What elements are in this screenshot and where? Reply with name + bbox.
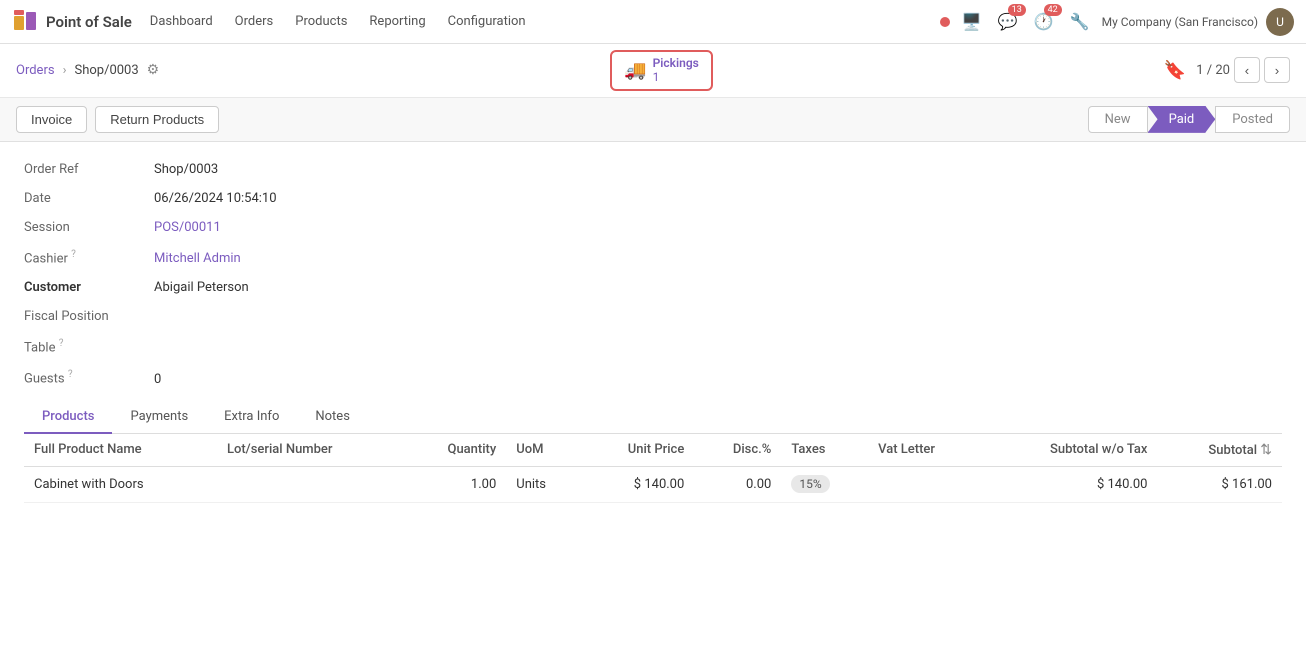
col-subtotal: Subtotal ⇅ [1157, 434, 1282, 467]
user-avatar[interactable]: U [1266, 8, 1294, 36]
guests-row: Guests ? 0 [24, 369, 1282, 386]
order-ref-row: Order Ref Shop/0003 [24, 162, 1282, 177]
prev-page-button[interactable]: ‹ [1234, 57, 1260, 83]
nav-products[interactable]: Products [285, 10, 357, 33]
customer-row: Customer Abigail Peterson [24, 280, 1282, 295]
tab-bar: Products Payments Extra Info Notes [24, 401, 1282, 434]
col-subtotal-wo-tax: Subtotal w/o Tax [983, 434, 1158, 467]
cashier-value[interactable]: Mitchell Admin [154, 251, 241, 266]
guests-label: Guests ? [24, 369, 154, 386]
order-ref-value: Shop/0003 [154, 162, 218, 177]
session-row: Session POS/00011 [24, 220, 1282, 235]
action-toolbar: Invoice Return Products New Paid Posted [0, 98, 1306, 142]
chat-icon[interactable]: 💬 13 [994, 8, 1022, 35]
column-settings-icon[interactable]: ⇅ [1260, 442, 1272, 458]
guests-value: 0 [154, 372, 161, 387]
col-uom: UoM [506, 434, 580, 467]
app-logo[interactable]: Point of Sale [12, 8, 132, 36]
date-row: Date 06/26/2024 10:54:10 [24, 191, 1282, 206]
products-table: Full Product Name Lot/serial Number Quan… [24, 434, 1282, 503]
session-value[interactable]: POS/00011 [154, 220, 221, 235]
pos-terminal-icon[interactable]: 🖥️ [958, 8, 986, 35]
cell-uom: Units [506, 466, 580, 502]
next-page-button[interactable]: › [1264, 57, 1290, 83]
breadcrumb-separator: › [63, 63, 67, 78]
cell-lot-serial [217, 466, 404, 502]
cell-subtotal: $ 161.00 [1157, 466, 1282, 502]
pickings-label: Pickings [653, 56, 699, 70]
cell-taxes: 15% [781, 466, 868, 502]
breadcrumb-bar: Orders › Shop/0003 ⚙ 🚚 Pickings 1 🔖 1 / … [0, 44, 1306, 98]
invoice-button[interactable]: Invoice [16, 106, 87, 133]
fiscal-row: Fiscal Position [24, 309, 1282, 324]
breadcrumb-parent[interactable]: Orders [16, 63, 55, 78]
main-content: Order Ref Shop/0003 Date 06/26/2024 10:5… [0, 142, 1306, 660]
nav-dashboard[interactable]: Dashboard [140, 10, 223, 33]
nav-configuration[interactable]: Configuration [438, 10, 536, 33]
customer-value: Abigail Peterson [154, 280, 249, 295]
status-new[interactable]: New [1088, 106, 1148, 133]
tab-notes[interactable]: Notes [297, 401, 368, 434]
settings-icon[interactable]: 🔧 [1066, 8, 1094, 35]
activity-icon[interactable]: 🕐 42 [1030, 8, 1058, 35]
table-header-row: Full Product Name Lot/serial Number Quan… [24, 434, 1282, 467]
status-pipeline: New Paid Posted [1088, 106, 1290, 133]
date-value: 06/26/2024 10:54:10 [154, 191, 277, 206]
customer-label: Customer [24, 280, 154, 295]
cashier-row: Cashier ? Mitchell Admin [24, 249, 1282, 266]
app-name: Point of Sale [46, 13, 132, 31]
activity-badge: 42 [1044, 4, 1062, 16]
pickings-button[interactable]: 🚚 Pickings 1 [610, 50, 713, 91]
pagination: 🔖 1 / 20 ‹ › [1164, 57, 1290, 83]
status-posted[interactable]: Posted [1215, 106, 1290, 133]
cell-subtotal-wo-tax: $ 140.00 [983, 466, 1158, 502]
return-products-button[interactable]: Return Products [95, 106, 219, 133]
cell-product-name: Cabinet with Doors [24, 466, 217, 502]
cell-quantity: 1.00 [404, 466, 506, 502]
breadcrumb: Orders › Shop/0003 ⚙ [16, 62, 159, 78]
truck-icon: 🚚 [624, 60, 646, 81]
col-product-name: Full Product Name [24, 434, 217, 467]
col-unit-price: Unit Price [580, 434, 694, 467]
chat-badge: 13 [1008, 4, 1026, 16]
tab-payments[interactable]: Payments [112, 401, 206, 434]
nav-menu: Dashboard Orders Products Reporting Conf… [140, 10, 940, 33]
bookmark-icon[interactable]: 🔖 [1164, 60, 1186, 81]
date-label: Date [24, 191, 154, 206]
cashier-label: Cashier ? [24, 249, 154, 266]
session-label: Session [24, 220, 154, 235]
tab-extra-info[interactable]: Extra Info [206, 401, 297, 434]
tax-badge: 15% [791, 475, 829, 493]
table-row: Cabinet with Doors 1.00 Units [24, 466, 1282, 502]
cell-disc: 0.00 [694, 466, 781, 502]
col-lot-serial: Lot/serial Number [217, 434, 404, 467]
record-settings-icon[interactable]: ⚙ [147, 62, 160, 78]
nav-right: 🖥️ 💬 13 🕐 42 🔧 My Company (San Francisco… [940, 8, 1294, 36]
fiscal-label: Fiscal Position [24, 309, 154, 324]
pickings-info: Pickings 1 [653, 56, 699, 85]
breadcrumb-current: Shop/0003 [74, 63, 138, 78]
table-row-form: Table ? [24, 338, 1282, 355]
col-taxes: Taxes [781, 434, 868, 467]
nav-orders[interactable]: Orders [225, 10, 284, 33]
col-vat-letter: Vat Letter [868, 434, 982, 467]
table-label: Table ? [24, 338, 154, 355]
products-table-area: Full Product Name Lot/serial Number Quan… [24, 434, 1282, 503]
pickings-count: 1 [653, 70, 699, 84]
status-paid[interactable]: Paid [1148, 106, 1216, 133]
status-dot [940, 17, 950, 27]
cell-unit-price: $ 140.00 [580, 466, 694, 502]
col-quantity: Quantity [404, 434, 506, 467]
nav-reporting[interactable]: Reporting [359, 10, 435, 33]
order-ref-label: Order Ref [24, 162, 154, 177]
col-disc: Disc.% [694, 434, 781, 467]
logo-icon [12, 8, 40, 36]
cell-vat-letter [868, 466, 982, 502]
company-name[interactable]: My Company (San Francisco) [1102, 15, 1258, 29]
page-number: 1 / 20 [1196, 63, 1230, 78]
tab-products[interactable]: Products [24, 401, 112, 434]
